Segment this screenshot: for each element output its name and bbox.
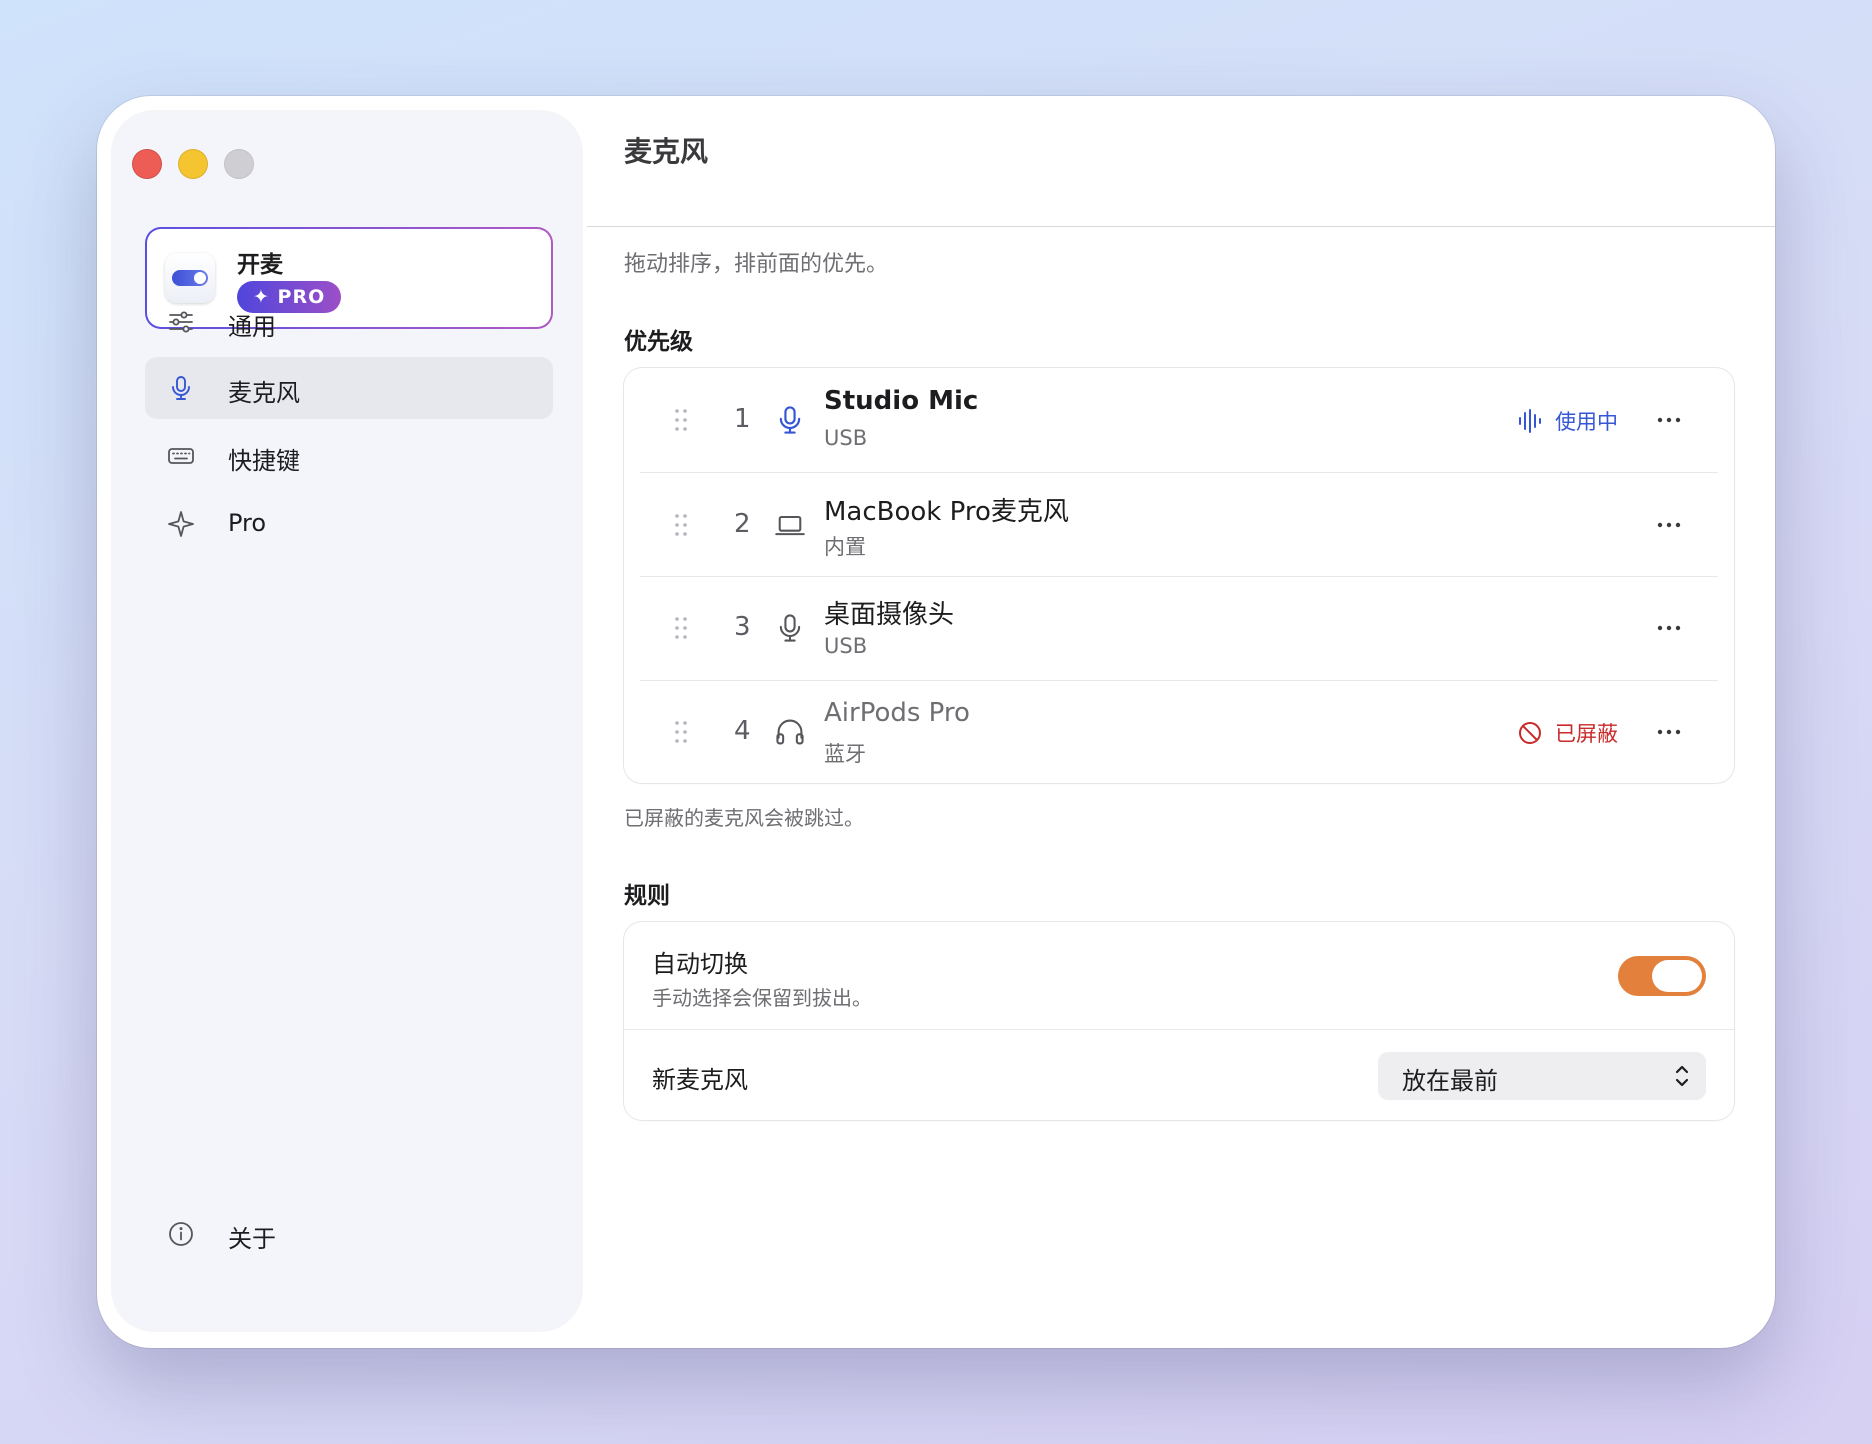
microphone-icon bbox=[167, 374, 195, 402]
blocked-note: 已屏蔽的麦克风会被跳过。 bbox=[624, 806, 864, 830]
device-row[interactable]: 4 AirPods Pro 蓝牙 已屏蔽 bbox=[624, 680, 1734, 784]
sidebar-item-microphone[interactable]: 麦克风 bbox=[145, 357, 553, 419]
device-rank: 1 bbox=[734, 404, 751, 434]
rules-card: 自动切换 手动选择会保留到拔出。 新麦克风 放在最前 bbox=[624, 922, 1734, 1120]
status-badge: 已屏蔽 bbox=[1517, 718, 1618, 748]
device-name: MacBook Pro麦克风 bbox=[824, 497, 1069, 527]
device-name: Studio Mic bbox=[824, 386, 979, 416]
title-divider bbox=[587, 226, 1775, 227]
sidebar: 开麦 ✦ PRO 通用 麦克风 快捷键 Pro 关于 bbox=[112, 111, 582, 1331]
chevron-up-down-icon bbox=[1672, 1062, 1692, 1090]
device-rank: 4 bbox=[734, 716, 751, 746]
drag-handle-icon[interactable] bbox=[674, 408, 688, 432]
priority-heading: 优先级 bbox=[624, 329, 693, 355]
auto-switch-toggle[interactable] bbox=[1618, 956, 1706, 996]
new-mic-select[interactable]: 放在最前 bbox=[1378, 1052, 1706, 1100]
device-row[interactable]: 2 MacBook Pro麦克风 内置 bbox=[624, 473, 1734, 577]
laptop-icon bbox=[774, 509, 806, 541]
new-mic-select-value: 放在最前 bbox=[1402, 1067, 1498, 1095]
device-type: 蓝牙 bbox=[824, 742, 866, 766]
sidebar-item-pro[interactable]: Pro bbox=[145, 493, 553, 555]
drag-handle-icon[interactable] bbox=[674, 720, 688, 744]
sidebar-item-about[interactable]: 关于 bbox=[145, 1203, 553, 1265]
device-row[interactable]: 1 Studio Mic USB 使用中 bbox=[624, 368, 1734, 472]
new-mic-label: 新麦克风 bbox=[652, 1066, 748, 1094]
sidebar-item-shortcuts[interactable]: 快捷键 bbox=[145, 425, 553, 487]
more-options-button[interactable] bbox=[1654, 406, 1684, 434]
auto-switch-row: 自动切换 手动选择会保留到拔出。 bbox=[624, 922, 1734, 1029]
microphone-icon bbox=[774, 404, 806, 436]
auto-switch-label: 自动切换 bbox=[652, 950, 748, 978]
microphone-icon bbox=[774, 612, 806, 644]
blocked-icon bbox=[1517, 720, 1543, 746]
sidebar-item-label: Pro bbox=[228, 509, 267, 537]
page-subtitle: 拖动排序，排前面的优先。 bbox=[624, 252, 889, 277]
info-icon bbox=[167, 1220, 195, 1248]
device-name: AirPods Pro bbox=[824, 698, 970, 728]
device-name: 桌面摄像头 bbox=[824, 600, 955, 630]
sidebar-item-label: 关于 bbox=[228, 1225, 276, 1253]
device-type: 内置 bbox=[824, 535, 866, 559]
drag-handle-icon[interactable] bbox=[674, 616, 688, 640]
keyboard-icon bbox=[167, 442, 195, 470]
rules-heading: 规则 bbox=[624, 883, 670, 909]
more-options-button[interactable] bbox=[1654, 614, 1684, 642]
status-label: 已屏蔽 bbox=[1555, 722, 1618, 746]
more-options-button[interactable] bbox=[1654, 511, 1684, 539]
status-label: 使用中 bbox=[1555, 410, 1618, 434]
main-content: 麦克风 拖动排序，排前面的优先。 优先级 1 Studio Mic USB 使用… bbox=[587, 96, 1775, 1348]
device-rank: 3 bbox=[734, 612, 751, 642]
close-window-button[interactable] bbox=[132, 149, 162, 179]
sparkle-icon bbox=[167, 510, 195, 538]
sliders-icon bbox=[167, 308, 195, 336]
status-badge: 使用中 bbox=[1517, 406, 1618, 436]
auto-switch-description: 手动选择会保留到拔出。 bbox=[652, 986, 872, 1010]
sidebar-item-general[interactable]: 通用 bbox=[145, 291, 553, 353]
headphones-icon bbox=[774, 716, 806, 748]
device-type: USB bbox=[824, 634, 868, 658]
drag-handle-icon[interactable] bbox=[674, 513, 688, 537]
page-title: 麦克风 bbox=[624, 135, 709, 168]
device-type: USB bbox=[824, 426, 868, 450]
minimize-window-button[interactable] bbox=[178, 149, 208, 179]
zoom-window-button[interactable] bbox=[224, 149, 254, 179]
new-mic-row: 新麦克风 放在最前 bbox=[624, 1030, 1734, 1120]
app-name: 开麦 bbox=[237, 252, 283, 278]
device-priority-list: 1 Studio Mic USB 使用中 2 MacBook Pro麦克风 内置… bbox=[624, 368, 1734, 783]
sidebar-item-label: 麦克风 bbox=[228, 379, 300, 407]
device-row[interactable]: 3 桌面摄像头 USB bbox=[624, 576, 1734, 680]
more-options-button[interactable] bbox=[1654, 718, 1684, 746]
settings-window: 开麦 ✦ PRO 通用 麦克风 快捷键 Pro 关于 麦克风 拖动排序，排前面的… bbox=[97, 96, 1775, 1348]
waveform-icon bbox=[1517, 408, 1543, 434]
sidebar-item-label: 快捷键 bbox=[228, 447, 300, 475]
device-rank: 2 bbox=[734, 509, 751, 539]
sidebar-item-label: 通用 bbox=[228, 313, 276, 341]
